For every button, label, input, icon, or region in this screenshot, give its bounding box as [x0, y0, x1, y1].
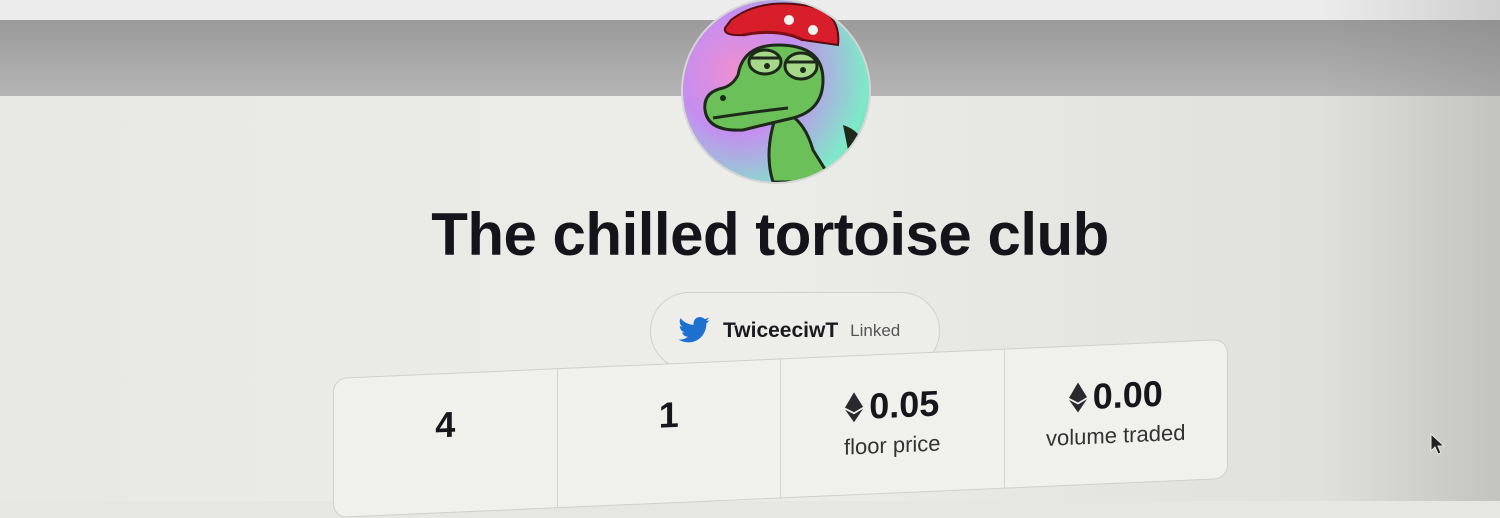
stat-floor-price: 0.05 floor price [781, 349, 1005, 498]
collection-avatar[interactable] [683, 0, 869, 182]
stat-floor-price-label: floor price [843, 430, 941, 460]
stat-floor-price-value: 0.05 [869, 382, 940, 427]
screen-glare [1320, 0, 1500, 501]
twitter-handle: TwiceeciwT [723, 319, 839, 342]
ethereum-icon [845, 392, 864, 423]
stat-items-value: 4 [435, 403, 456, 446]
ethereum-icon [1068, 382, 1087, 413]
stat-volume-traded-label: volume traded [1046, 419, 1186, 451]
stat-volume-traded-value: 0.00 [1092, 372, 1163, 417]
tortoise-avatar-icon [703, 2, 861, 182]
stat-owners-value: 1 [658, 393, 679, 436]
twitter-icon [678, 317, 710, 343]
twitter-link-status: Linked [850, 321, 901, 340]
stat-items: 4 [334, 369, 558, 517]
collection-title: The chilled tortoise club [431, 201, 1109, 268]
stat-owners: 1 [557, 359, 781, 508]
stat-volume-traded: 0.00 volume traded [1005, 340, 1228, 488]
